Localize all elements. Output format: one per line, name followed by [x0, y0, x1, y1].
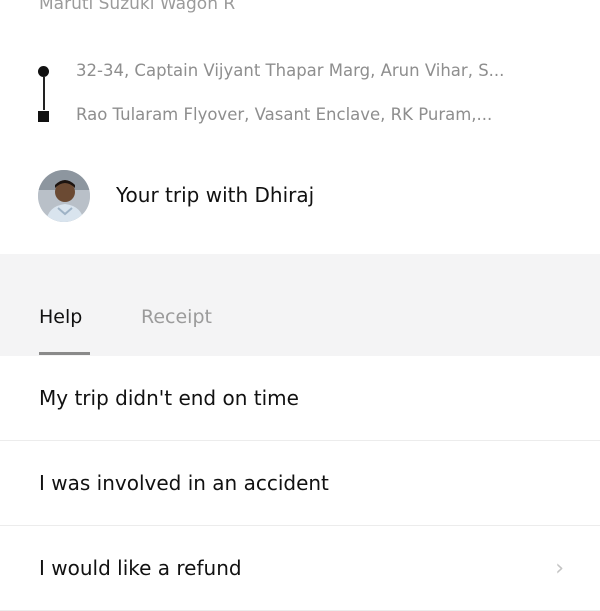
help-item-label: I was involved in an accident: [39, 471, 329, 495]
driver-row[interactable]: Your trip with Dhiraj: [0, 168, 600, 224]
trip-route: 32-34, Captain Vijyant Thapar Marg, Arun…: [0, 55, 600, 130]
tab-bar: Help Receipt: [0, 254, 600, 356]
dropoff-address: Rao Tularam Flyover, Vasant Enclave, RK …: [76, 105, 493, 124]
driver-avatar: [38, 170, 90, 222]
trip-with-driver-title: Your trip with Dhiraj: [116, 183, 315, 207]
help-item-trip-end-time[interactable]: My trip didn't end on time: [0, 356, 600, 441]
route-line: [43, 77, 45, 110]
tab-help[interactable]: Help: [39, 306, 82, 328]
active-tab-indicator: [39, 352, 90, 355]
help-item-label: My trip didn't end on time: [39, 386, 299, 410]
dropoff-square-icon: [38, 111, 49, 122]
pickup-address: 32-34, Captain Vijyant Thapar Marg, Arun…: [76, 61, 505, 80]
help-item-label: I would like a refund: [39, 556, 242, 580]
pickup-dot-icon: [38, 66, 49, 77]
help-topics-list: My trip didn't end on time I was involve…: [0, 356, 600, 611]
vehicle-name: Maruti Suzuki Wagon R: [39, 0, 236, 14]
help-item-accident[interactable]: I was involved in an accident: [0, 441, 600, 526]
tab-receipt[interactable]: Receipt: [141, 306, 212, 328]
